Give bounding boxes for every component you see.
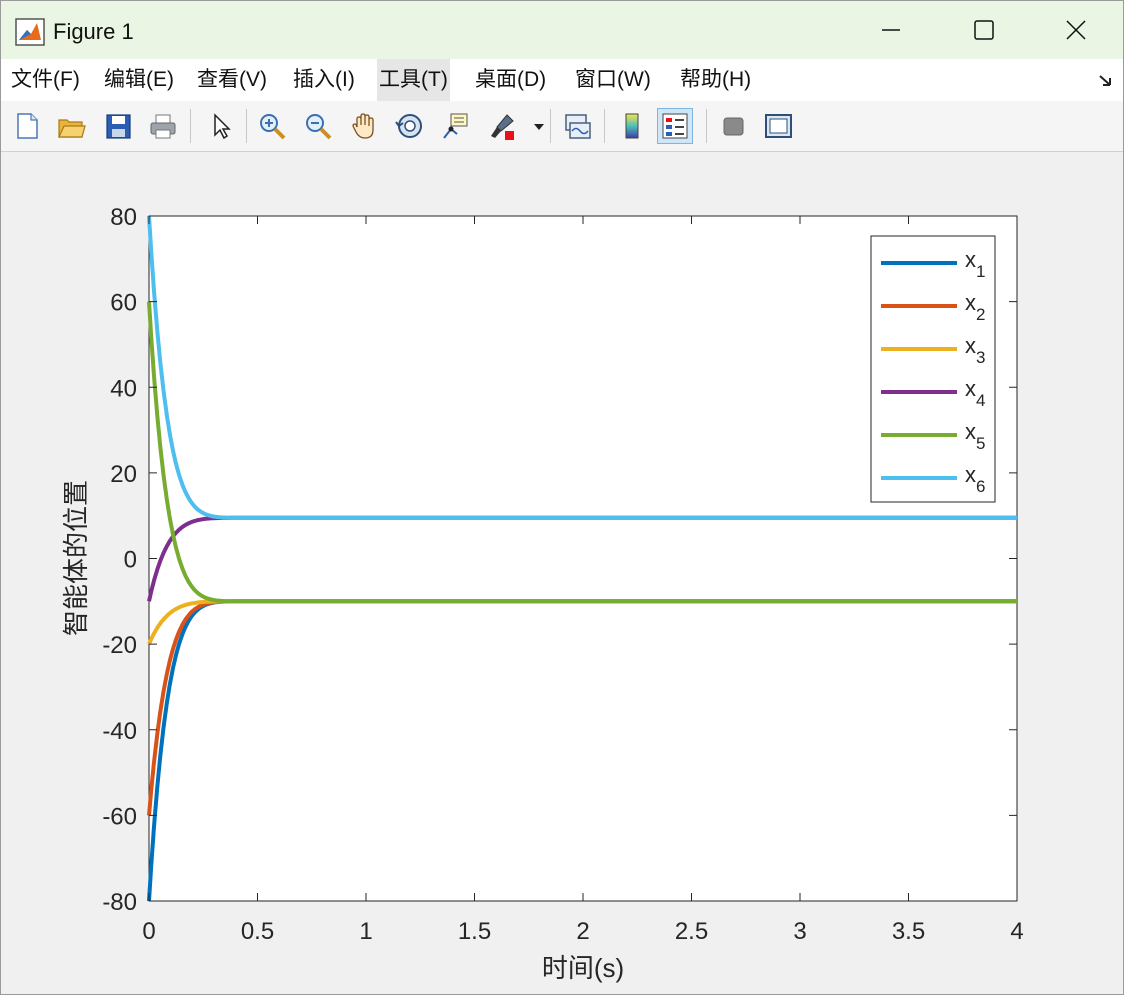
close-button[interactable] [1029, 1, 1123, 59]
toolbar-separator [190, 109, 191, 143]
y-tick-label: 0 [124, 547, 137, 574]
toolbar-separator [550, 109, 551, 143]
matlab-app-icon [15, 18, 45, 46]
open-button[interactable] [53, 108, 89, 144]
brush-icon [491, 114, 514, 140]
y-tick-label: -60 [102, 803, 137, 830]
hide-plot-tools-button[interactable] [715, 108, 751, 144]
y-tick-label: 20 [110, 461, 137, 488]
toolbar-separator [706, 109, 707, 143]
data-cursor-button[interactable] [438, 108, 474, 144]
save-icon [106, 114, 131, 139]
menu-file[interactable]: 文件(F) [9, 59, 82, 101]
brush-dropdown-icon[interactable] [533, 122, 545, 132]
legend[interactable]: x1x2x3x4x5x6 [870, 235, 996, 503]
menu-tools[interactable]: 工具(T) [377, 59, 450, 101]
legend-button[interactable] [657, 108, 693, 144]
minimize-button[interactable] [844, 1, 938, 59]
colorbar-button[interactable] [614, 108, 650, 144]
menu-edit[interactable]: 编辑(E) [102, 59, 176, 101]
print-icon [150, 114, 176, 139]
maximize-icon [974, 20, 994, 40]
menu-view[interactable]: 查看(V) [195, 59, 269, 101]
y-tick-label: -80 [102, 889, 137, 916]
link-plot-icon [565, 114, 591, 139]
rotate-3d-button[interactable] [392, 108, 428, 144]
menu-window[interactable]: 窗口(W) [573, 59, 653, 101]
zoom-out-button[interactable] [300, 108, 336, 144]
show-plot-tools-icon [765, 114, 792, 138]
hide-plot-tools-icon [723, 117, 744, 136]
pan-button[interactable] [346, 108, 382, 144]
title-bar: Figure 1 [1, 1, 1123, 59]
figure-window: Figure 1 文件(F) 编辑(E) 查看(V) 插入(I) 工具(T) 桌… [0, 0, 1124, 995]
open-icon [58, 119, 86, 138]
figure-area: 0 0.5 1 1.5 2 2.5 3 3.5 4 80 60 40 20 0 -20 -40 -60 -80 时… [1, 152, 1123, 994]
y-tick-label: -20 [102, 632, 137, 659]
x-tick-label: 1 [359, 918, 372, 945]
new-figure-button[interactable] [9, 108, 45, 144]
link-plot-button[interactable] [559, 108, 595, 144]
rotate-3d-icon [395, 114, 422, 138]
minimize-icon [882, 29, 900, 31]
x-tick-label: 0 [142, 918, 155, 945]
menu-help[interactable]: 帮助(H) [678, 59, 753, 101]
y-tick-label: 80 [110, 204, 137, 231]
x-tick-label: 2.5 [675, 918, 708, 945]
menu-insert[interactable]: 插入(I) [291, 59, 357, 101]
zoom-in-icon [260, 114, 286, 140]
legend-icon [662, 113, 688, 139]
show-plot-tools-button[interactable] [760, 108, 796, 144]
window-title: Figure 1 [53, 19, 134, 44]
y-axis-label: 智能体的位置 [61, 480, 91, 636]
toolbar [1, 101, 1123, 152]
x-tick-label: 3.5 [892, 918, 925, 945]
pointer-button[interactable] [202, 108, 238, 144]
toolbar-separator [246, 109, 247, 143]
y-tick-label: 40 [110, 375, 137, 402]
y-tick-label: -40 [102, 718, 137, 745]
print-button[interactable] [145, 108, 181, 144]
x-tick-label: 2 [576, 918, 589, 945]
new-figure-icon [17, 113, 38, 139]
menu-desktop[interactable]: 桌面(D) [473, 59, 548, 101]
colorbar-icon [625, 113, 639, 139]
x-tick-label: 1.5 [458, 918, 491, 945]
maximize-button[interactable] [937, 1, 1031, 59]
y-tick-label: 60 [110, 290, 137, 317]
menu-bar: 文件(F) 编辑(E) 查看(V) 插入(I) 工具(T) 桌面(D) 窗口(W… [1, 59, 1123, 101]
data-cursor-icon [443, 113, 468, 139]
pan-hand-icon [352, 113, 374, 139]
x-tick-label: 4 [1010, 918, 1023, 945]
x-axis-label: 时间(s) [542, 953, 624, 983]
zoom-in-button[interactable] [254, 108, 290, 144]
zoom-out-icon [306, 114, 332, 140]
x-tick-label: 3 [793, 918, 806, 945]
save-button[interactable] [100, 108, 136, 144]
x-tick-label: 0.5 [241, 918, 274, 945]
toolbar-separator [604, 109, 605, 143]
close-icon [1066, 20, 1086, 40]
plot-canvas[interactable]: 0 0.5 1 1.5 2 2.5 3 3.5 4 80 60 40 20 0 -20 -40 -60 -80 时… [1, 152, 1123, 994]
pointer-icon [214, 113, 231, 140]
brush-button[interactable] [484, 108, 520, 144]
dock-arrow-icon[interactable] [1097, 71, 1115, 89]
